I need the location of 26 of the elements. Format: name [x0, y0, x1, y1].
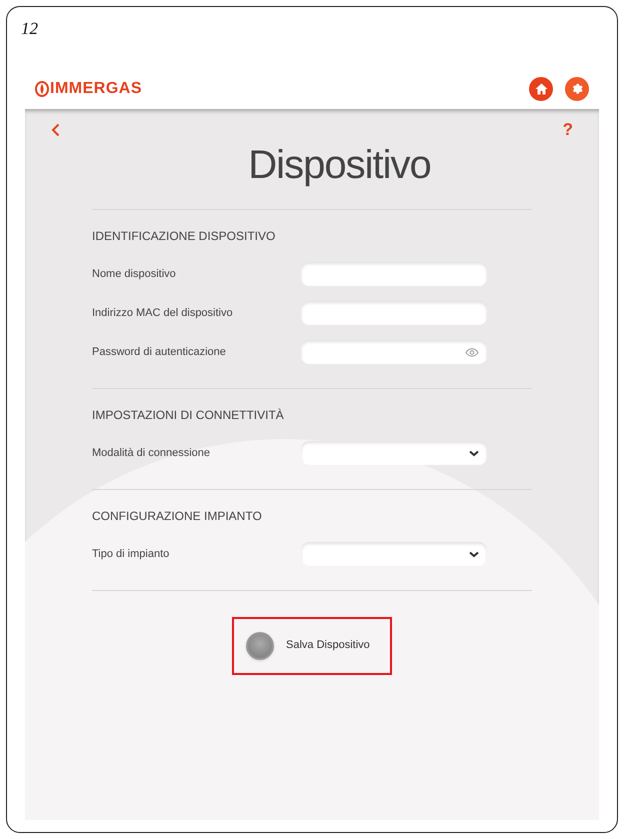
section-heading: IDENTIFICAZIONE DISPOSITIVO: [92, 228, 276, 244]
field-label: Password di autenticazione: [92, 344, 227, 360]
chevron-down-icon: [469, 450, 479, 456]
home-icon: [534, 82, 548, 94]
input-field[interactable]: [301, 262, 487, 286]
section-heading: CONFIGURAZIONE IMPIANTO: [92, 508, 263, 524]
field-label: Tipo di impianto: [92, 546, 170, 562]
field-label: Nome dispositivo: [92, 266, 177, 282]
dropdown-field[interactable]: [301, 542, 487, 566]
eye-icon[interactable]: [465, 348, 479, 356]
section-heading: IMPOSTAZIONI DI CONNETTIVITÀ: [92, 406, 285, 424]
field-label: Indirizzo MAC del dispositivo: [92, 306, 234, 321]
chevron-down-icon: [469, 550, 479, 558]
logo: IMMERGAS: [35, 76, 142, 100]
flame-logo-icon: [35, 80, 49, 96]
figure-number: 12: [21, 18, 38, 40]
password-field[interactable]: [301, 340, 487, 364]
save-button[interactable]: Salva Dispositivo: [232, 616, 392, 674]
home-button[interactable]: [529, 76, 553, 100]
field-label: Modalità di connessione: [92, 446, 212, 461]
chevron-left-icon: [51, 122, 60, 136]
settings-icon: [570, 82, 584, 95]
dropdown-field[interactable]: [301, 441, 487, 465]
settings-button[interactable]: [565, 76, 589, 100]
input-field[interactable]: [301, 301, 487, 325]
page-title: Dispositivo: [247, 142, 432, 188]
